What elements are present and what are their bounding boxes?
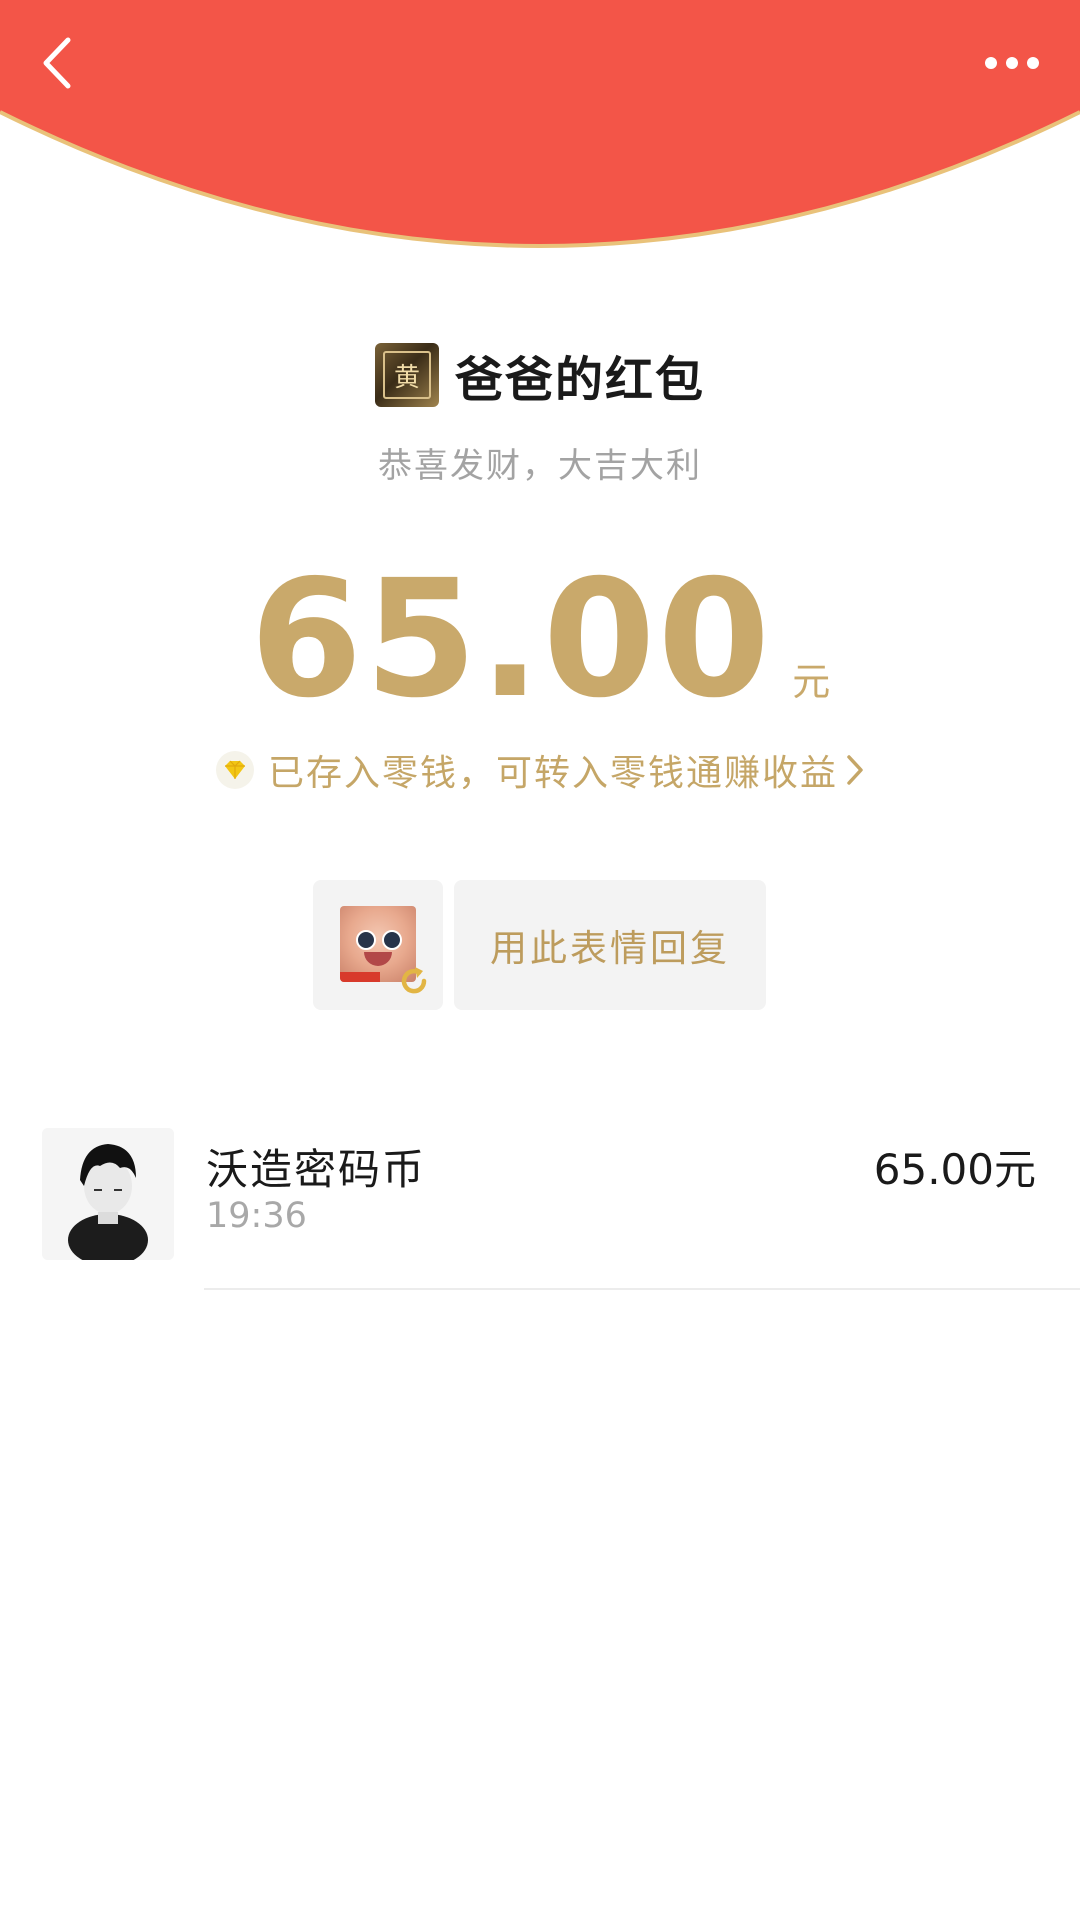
refresh-icon[interactable] [395,962,433,1000]
sticker-preview[interactable] [313,880,443,1010]
greeting-text: 恭喜发财，大吉大利 [378,446,702,486]
red-header-arc [0,0,1080,260]
more-options-button[interactable] [972,30,1052,96]
list-divider [204,1288,1080,1290]
sender-avatar[interactable]: 黄 [374,343,439,407]
amount-value: 65.00 [249,546,773,734]
wallet-notice-text: 已存入零钱，可转入零钱通赚收益 [267,753,838,794]
diamond-icon [215,751,254,789]
receiver-name: 沃造密码币 [206,1145,427,1194]
back-button[interactable] [22,28,92,98]
amount-unit: 元 [792,660,831,704]
red-packet-detail-page: 黄 爸爸的红包 恭喜发财，大吉大利 65.00 元 已存入零钱，可转入零钱通赚收… [0,0,1080,1931]
receive-time: 19:36 [206,1196,307,1236]
receiver-list-item[interactable]: 沃造密码币 19:36 65.00元 [0,1128,1080,1288]
reply-with-sticker-button[interactable]: 用此表情回复 [454,880,766,1010]
wallet-notice-link[interactable]: 已存入零钱，可转入零钱通赚收益 [0,742,1080,798]
receiver-avatar[interactable] [42,1128,174,1260]
chevron-right-icon [846,754,864,786]
envelope-title-row: 黄 爸爸的红包 [0,342,1080,408]
more-dots-icon [985,57,1039,69]
avatar-glyph: 黄 [393,362,420,393]
chevron-left-icon [43,37,71,89]
received-amount: 65.00元 [873,1145,1036,1194]
amount-row: 65.00 元 [0,546,1080,734]
envelope-title: 爸爸的红包 [454,352,705,408]
